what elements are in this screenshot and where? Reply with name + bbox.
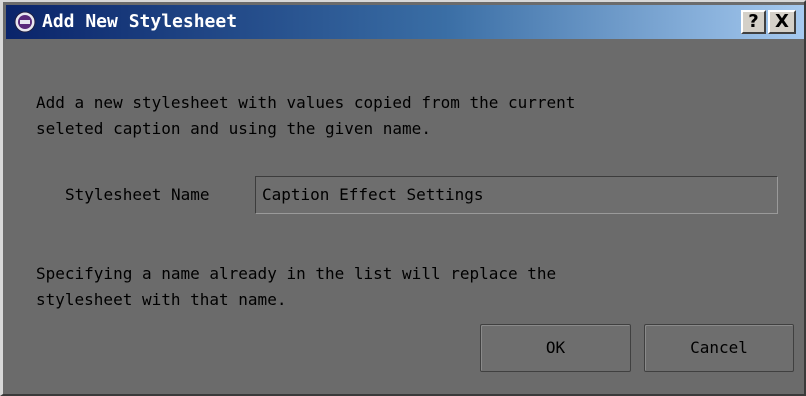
description-line-1: Add a new stylesheet with values copied …	[36, 93, 576, 112]
window-title: Add New Stylesheet	[42, 11, 238, 32]
close-button[interactable]: X	[768, 10, 796, 34]
ok-button[interactable]: OK	[480, 324, 631, 372]
app-icon	[14, 11, 36, 33]
add-stylesheet-dialog: Add New Stylesheet ? X Add a new stylesh…	[0, 0, 806, 396]
description-line-2: seleted caption and using the given name…	[36, 119, 431, 138]
title-bar[interactable]: Add New Stylesheet ? X	[6, 5, 804, 39]
note-line-1: Specifying a name already in the list wi…	[36, 264, 557, 283]
stylesheet-name-label: Stylesheet Name	[65, 185, 210, 204]
stylesheet-name-input[interactable]: Caption Effect Settings	[255, 176, 778, 214]
note-line-2: stylesheet with that name.	[36, 290, 287, 309]
cancel-button[interactable]: Cancel	[644, 324, 794, 372]
help-button[interactable]: ?	[741, 10, 766, 34]
